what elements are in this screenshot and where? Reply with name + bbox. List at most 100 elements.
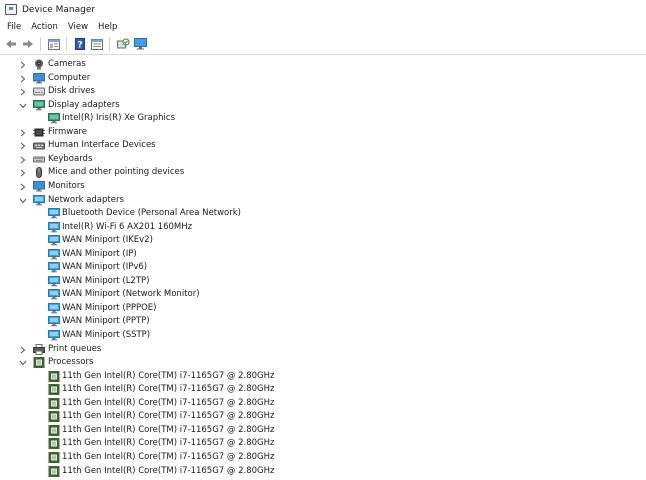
hid-icon [33,140,45,151]
tree-item-label: WAN Miniport (IP) [62,248,137,259]
menu-view[interactable]: View [63,22,93,32]
network-adapter-icon [48,330,60,341]
forward-arrow-icon [23,40,33,48]
back-button[interactable] [4,37,18,51]
camera-icon [33,59,45,70]
expand-toggle[interactable] [19,129,27,137]
tree-device[interactable]: WAN Miniport (PPPOE) [0,302,640,316]
menu-file[interactable]: File [0,22,26,32]
tree-category[interactable]: Computer [0,72,640,86]
tree-device[interactable]: WAN Miniport (Network Monitor) [0,288,640,302]
tree-device[interactable]: Intel(R) Wi-Fi 6 AX201 160MHz [0,221,640,235]
network-adapter-icon [48,221,60,233]
display-adapter-icon [33,99,45,111]
help-button[interactable]: ? [73,37,87,51]
tree-category[interactable]: Disk drives [0,85,640,99]
tree-item-label: 11th Gen Intel(R) Core(TM) i7-1165G7 @ 2… [62,465,275,476]
tree-device[interactable]: WAN Miniport (IPv6) [0,261,640,275]
processor-icon [33,357,45,369]
tree-category[interactable]: Processors [0,356,640,370]
scan-hardware-button[interactable] [116,37,130,51]
tree-device[interactable]: WAN Miniport (SSTP) [0,329,640,343]
tree-device[interactable]: 11th Gen Intel(R) Core(TM) i7-1165G7 @ 2… [0,465,640,479]
tree-item-label: 11th Gen Intel(R) Core(TM) i7-1165G7 @ 2… [62,384,275,395]
expand-toggle[interactable] [19,88,27,96]
tree-item-label: 11th Gen Intel(R) Core(TM) i7-1165G7 @ 2… [62,411,275,422]
expand-toggle[interactable] [19,169,27,177]
tree-device[interactable]: 11th Gen Intel(R) Core(TM) i7-1165G7 @ 2… [0,410,640,424]
tree-device[interactable]: 11th Gen Intel(R) Core(TM) i7-1165G7 @ 2… [0,370,640,384]
tree-category[interactable]: Print queues [0,343,640,357]
menu-bar: File Action View Help [0,19,646,34]
chevron-right-icon [20,170,26,177]
tree-category[interactable]: Firmware [0,126,640,140]
tree-device[interactable]: 11th Gen Intel(R) Core(TM) i7-1165G7 @ 2… [0,451,640,465]
tree-item-label: Intel(R) Wi-Fi 6 AX201 160MHz [62,221,193,232]
collapse-toggle[interactable] [19,197,27,205]
tree-item-label: 11th Gen Intel(R) Core(TM) i7-1165G7 @ 2… [62,370,275,381]
tree-item-label: Computer [48,72,91,83]
tree-item-label: WAN Miniport (PPPOE) [62,302,157,313]
tree-item-label: Intel(R) Iris(R) Xe Graphics [62,113,175,124]
tree-item-label: WAN Miniport (IKEv2) [62,235,153,246]
expand-toggle[interactable] [19,183,27,191]
expand-toggle[interactable] [19,142,27,150]
toolbar: ? [0,34,646,55]
processor-icon [48,384,60,396]
processor-icon [48,424,60,436]
network-adapter-icon [48,235,60,246]
device-view-icon [91,38,103,50]
tree-item-label: Human Interface Devices [48,140,156,151]
chevron-right-icon [20,88,26,96]
device-tree: Cameras Computer Disk drives Display adapte… [0,58,646,480]
tree-device[interactable]: WAN Miniport (L2TP) [0,275,640,289]
tree-device[interactable]: WAN Miniport (IP) [0,248,640,262]
tree-device[interactable]: 11th Gen Intel(R) Core(TM) i7-1165G7 @ 2… [0,383,640,397]
tree-category[interactable]: Cameras [0,58,640,72]
tree-device[interactable]: 11th Gen Intel(R) Core(TM) i7-1165G7 @ 2… [0,437,640,451]
tree-item-label: Firmware [48,126,87,137]
properties-button[interactable] [47,37,61,51]
tree-category[interactable]: Mice and other pointing devices [0,166,640,180]
chevron-right-icon [20,142,26,150]
expand-toggle[interactable] [19,75,27,83]
tree-device[interactable]: WAN Miniport (PPTP) [0,315,640,329]
chevron-right-icon [20,61,26,69]
collapse-toggle[interactable] [19,359,27,367]
computer-icon [33,72,45,84]
disk-icon [33,86,45,97]
network-adapter-icon [48,248,60,260]
tree-device[interactable]: Intel(R) Iris(R) Xe Graphics [0,112,640,126]
device-view-button[interactable] [90,37,104,51]
tree-device[interactable]: Bluetooth Device (Personal Area Network) [0,207,640,221]
network-adapter-icon [48,289,60,300]
tree-category[interactable]: Display adapters [0,99,640,113]
tree-category[interactable]: Network adapters [0,194,640,208]
collapse-toggle[interactable] [19,102,27,110]
expand-toggle[interactable] [19,346,27,354]
tree-item-label: Mice and other pointing devices [48,167,185,178]
expand-toggle[interactable] [19,61,27,69]
properties-icon [48,38,60,50]
tree-category[interactable]: Monitors [0,180,640,194]
chevron-right-icon [20,129,26,137]
forward-button[interactable] [21,37,35,51]
tree-category[interactable]: Human Interface Devices [0,139,640,153]
expand-toggle[interactable] [19,156,27,164]
network-adapter-icon [48,302,60,314]
menu-action[interactable]: Action [26,22,63,32]
monitor-button[interactable] [133,37,147,51]
window-title: Device Manager [22,4,96,15]
tree-device[interactable]: WAN Miniport (IKEv2) [0,234,640,248]
back-arrow-icon [6,40,16,48]
menu-help[interactable]: Help [93,22,122,32]
tree-item-label: 11th Gen Intel(R) Core(TM) i7-1165G7 @ 2… [62,451,275,462]
tree-category[interactable]: Keyboards [0,153,640,167]
tree-device[interactable]: 11th Gen Intel(R) Core(TM) i7-1165G7 @ 2… [0,397,640,411]
processor-icon [48,397,60,409]
tree-item-label: WAN Miniport (Network Monitor) [62,289,200,300]
display-adapter-icon [48,113,60,124]
tree-device[interactable]: 11th Gen Intel(R) Core(TM) i7-1165G7 @ 2… [0,424,640,438]
tree-item-label: Processors [48,357,94,368]
toolbar-separator [66,37,67,51]
